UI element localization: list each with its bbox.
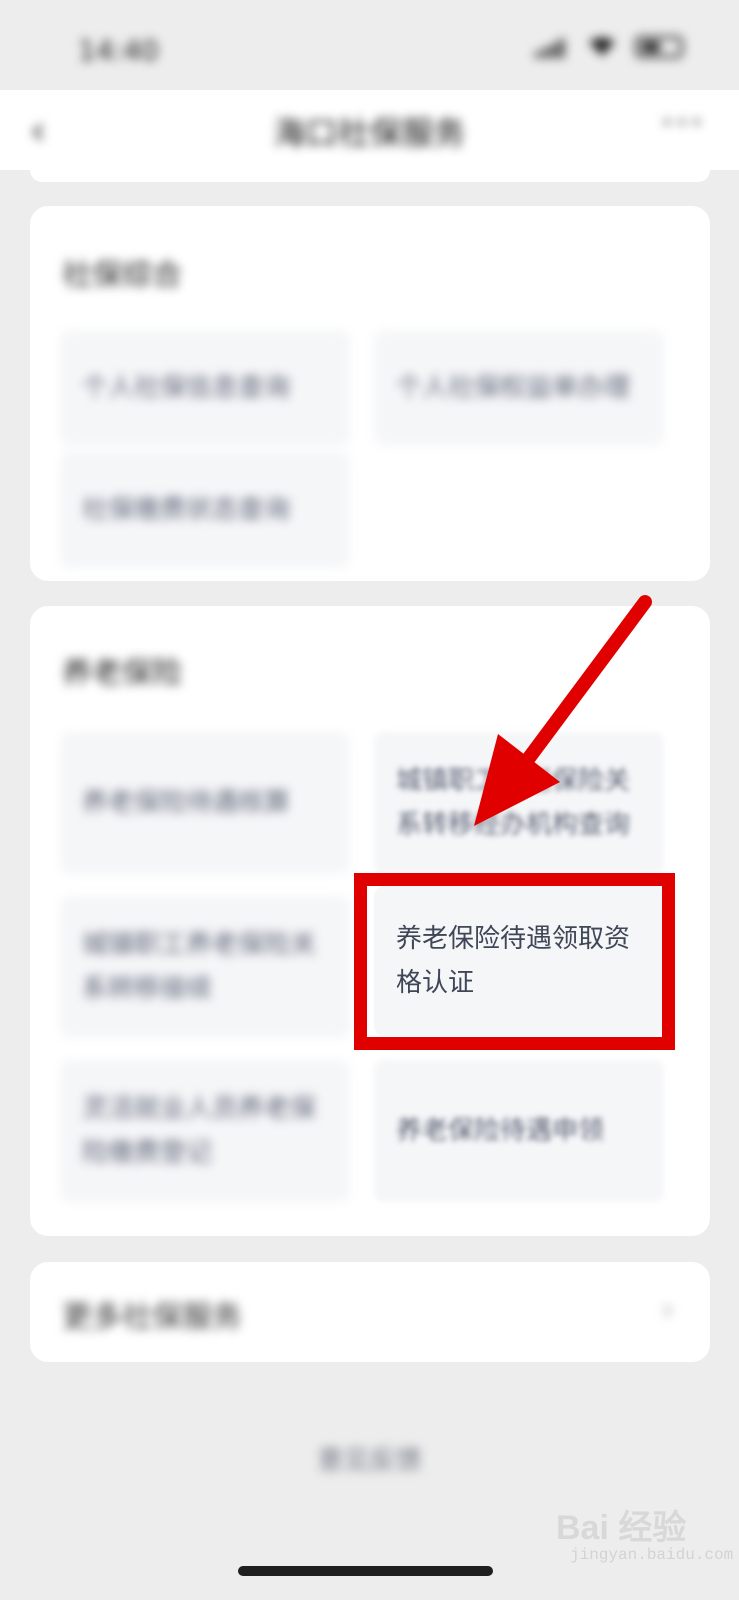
service-tile-qualification-certification[interactable]: 养老保险待遇领取资格认证: [374, 886, 664, 1036]
service-tile-label: 养老保险待遇核算: [82, 788, 291, 818]
section-title-pension: 养老保险: [62, 656, 182, 691]
feedback-link[interactable]: 意见反馈: [0, 1440, 739, 1477]
more-dots-icon[interactable]: ···: [661, 100, 705, 146]
service-tile-transfer-continuation[interactable]: 城镇职工养老保险关系转移接续: [60, 896, 350, 1038]
service-tile-rights-statement[interactable]: 个人社保权益单办理: [374, 330, 664, 446]
service-tile-pension-calculation[interactable]: 养老保险待遇核算: [60, 732, 350, 874]
signal-icon: [535, 39, 564, 58]
status-time: 14:40: [78, 34, 159, 67]
watermark: Bai 经验: [556, 1509, 687, 1547]
nav-bar: ‹ 海口社保服务 ···: [0, 90, 739, 170]
previous-card-edge: [30, 170, 710, 182]
service-tile-benefit-application[interactable]: 养老保险待遇申领: [374, 1060, 664, 1202]
service-tile-label: 灵活就业人员养老保险缴费登记: [82, 1094, 317, 1168]
section-title-social-insurance: 社保综合: [62, 258, 182, 293]
more-services-label: 更多社保服务: [62, 1300, 242, 1335]
service-tile-label: 个人社保信息查询: [82, 373, 291, 403]
service-tile-label: 社保缴费状态查询: [82, 495, 291, 525]
more-services-row[interactable]: 更多社保服务 ›: [30, 1262, 710, 1362]
battery-icon: [635, 36, 683, 58]
service-tile-label: 个人社保权益单办理: [396, 373, 631, 403]
service-tile-label: 城镇职工养老保险关系转移经办机构查询: [396, 766, 631, 840]
page-title: 海口社保服务: [273, 114, 466, 152]
social-insurance-card: 社保综合 个人社保信息查询 个人社保权益单办理 社保缴费状态查询: [30, 206, 710, 581]
service-tile-label: 城镇职工养老保险关系转移接续: [82, 930, 317, 1004]
home-indicator[interactable]: [238, 1566, 493, 1576]
status-bar: 14:40: [0, 0, 739, 90]
service-tile-flexible-employment-registration[interactable]: 灵活就业人员养老保险缴费登记: [60, 1060, 350, 1202]
service-tile-transfer-agency-query[interactable]: 城镇职工养老保险关系转移经办机构查询: [374, 732, 664, 874]
service-tile-personal-info[interactable]: 个人社保信息查询: [60, 330, 350, 446]
service-tile-label: 养老保险待遇领取资格认证: [396, 924, 631, 998]
wifi-icon: [589, 37, 615, 56]
service-tile-label: 养老保险待遇申领: [396, 1116, 605, 1146]
service-tile-payment-status[interactable]: 社保缴费状态查询: [60, 452, 350, 568]
chevron-right-icon: ›: [661, 1290, 674, 1328]
watermark-sub: jingyan.baidu.com: [570, 1546, 734, 1564]
status-icons: [535, 36, 683, 58]
pension-card: 养老保险 养老保险待遇核算 城镇职工养老保险关系转移经办机构查询 城镇职工养老保…: [30, 606, 710, 1236]
